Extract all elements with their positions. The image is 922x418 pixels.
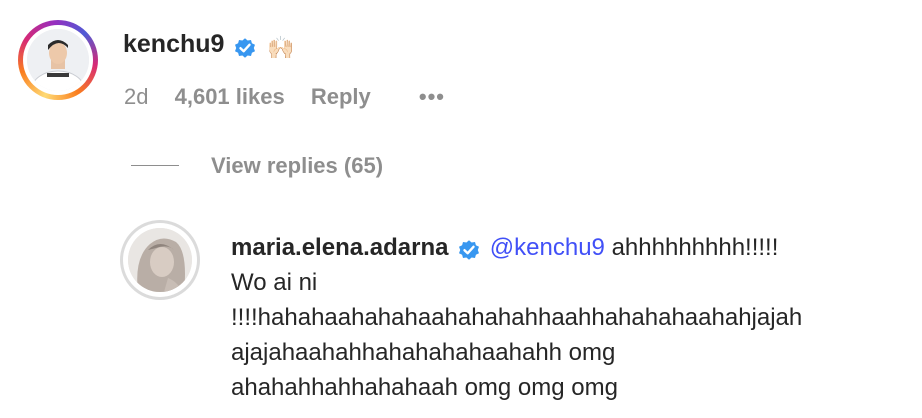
kenchu9-avatar[interactable] (18, 20, 98, 100)
verified-badge-icon (457, 237, 481, 261)
kenchu9-avatar-photo (27, 29, 89, 91)
comment-header: kenchu9 🙌🏻 (123, 30, 295, 61)
comment-likes[interactable]: 4,601 likes (175, 84, 285, 109)
reply-body: maria.elena.adarna @kenchu9 ahhhhhhhhh!!… (231, 230, 802, 405)
view-replies-button[interactable]: View replies (65) (211, 153, 383, 179)
mention-link[interactable]: @kenchu9 (490, 234, 605, 261)
reply-line-4: ajajahaahahhahahahahaahahh omg (231, 339, 616, 366)
reply-line-3: !!!!hahahaahahahaahahahahhaahhahahahaaha… (231, 304, 803, 331)
reply-username[interactable]: maria.elena.adarna (231, 234, 448, 261)
replies-divider (131, 165, 179, 166)
comment-username[interactable]: kenchu9 (123, 30, 224, 58)
reply-line-2: Wo ai ni (231, 269, 318, 296)
reply-button[interactable]: Reply (311, 84, 371, 109)
maria-elena-avatar[interactable] (120, 220, 200, 300)
reply-line-5: ahahahhahhahahaah omg omg omg (231, 374, 618, 401)
reply-line-1: maria.elena.adarna @kenchu9 ahhhhhhhhh!!… (231, 230, 802, 265)
verified-badge-icon (233, 36, 257, 60)
comment-text: 🙌🏻 (267, 34, 295, 60)
reply-text-1: ahhhhhhhhh!!!!! (611, 234, 779, 261)
comment-timestamp[interactable]: 2d (124, 84, 148, 109)
comment-meta: 2d 4,601 likes Reply ••• (124, 84, 445, 110)
more-horizontal-icon[interactable]: ••• (419, 84, 445, 109)
maria-elena-avatar-photo (128, 228, 192, 292)
